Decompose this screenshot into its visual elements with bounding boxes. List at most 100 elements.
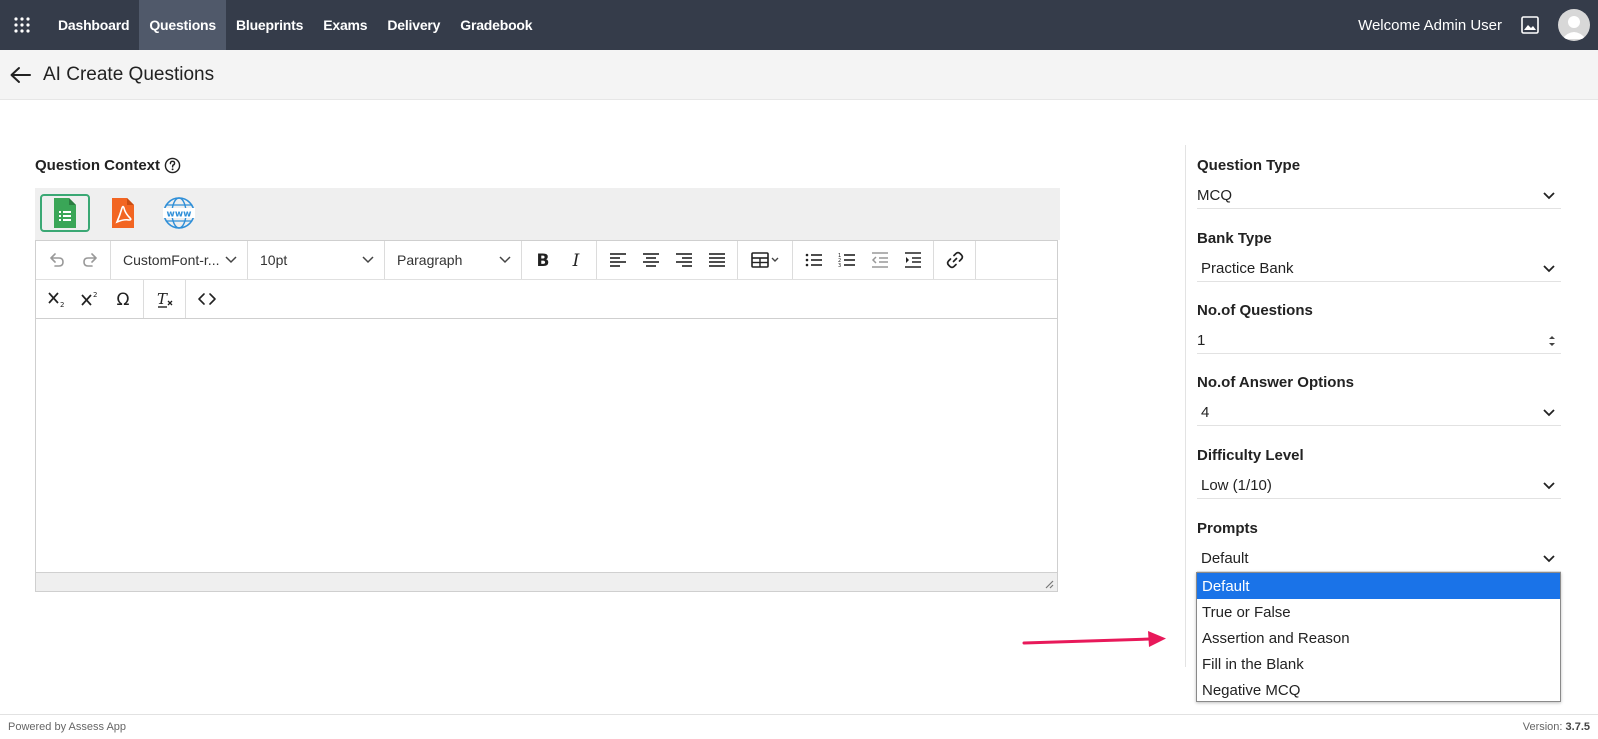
clear-formatting-button[interactable]: T <box>148 284 181 314</box>
prompt-option-assertion-reason[interactable]: Assertion and Reason <box>1197 625 1560 651</box>
link-icon <box>946 251 963 269</box>
bullet-list-icon <box>805 253 822 267</box>
align-center-icon <box>642 253 659 267</box>
chevron-down-icon <box>362 256 374 264</box>
user-avatar[interactable] <box>1558 9 1590 41</box>
superscript-button[interactable]: 2 <box>73 284 106 314</box>
align-right-button[interactable] <box>667 245 700 275</box>
align-left-icon <box>609 253 626 267</box>
redo-icon <box>82 253 97 267</box>
num-questions-input[interactable]: 1 <box>1197 328 1561 354</box>
nav-exams[interactable]: Exams <box>313 0 377 50</box>
svg-text:T: T <box>156 290 167 308</box>
subscript-button[interactable]: 2 <box>40 284 73 314</box>
editor-toolbar-row-1: CustomFont-r... 10pt Paragraph B I 1 2 3 <box>36 241 1057 280</box>
svg-text:B: B <box>536 251 549 270</box>
align-center-button[interactable] <box>634 245 667 275</box>
powered-by-text: Powered by Assess App <box>8 721 127 733</box>
chevron-down-icon <box>1543 554 1555 562</box>
welcome-text: Welcome Admin User <box>1358 16 1502 34</box>
bold-button[interactable]: B <box>526 245 559 275</box>
svg-text:Ω: Ω <box>116 290 129 309</box>
spreadsheet-source-button[interactable] <box>40 194 90 232</box>
question-context-label: Question Context <box>35 157 181 174</box>
prompts-select[interactable]: Default <box>1197 546 1561 572</box>
redo-button[interactable] <box>73 245 106 275</box>
pdf-source-button[interactable] <box>98 194 148 232</box>
prompts-label: Prompts <box>1197 520 1258 537</box>
nav-delivery[interactable]: Delivery <box>377 0 450 50</box>
question-type-select[interactable]: MCQ <box>1197 183 1561 209</box>
web-source-button[interactable]: www <box>154 194 204 232</box>
spreadsheet-icon <box>54 198 76 228</box>
align-justify-button[interactable] <box>700 245 733 275</box>
prompt-option-default[interactable]: Default <box>1197 573 1560 599</box>
help-icon[interactable] <box>164 157 181 174</box>
editor-content-area[interactable] <box>36 319 1057 572</box>
align-left-button[interactable] <box>601 245 634 275</box>
font-size-value: 10pt <box>260 252 288 268</box>
image-icon[interactable] <box>1520 15 1540 35</box>
version-label: Version: <box>1522 721 1563 733</box>
omega-icon: Ω <box>116 290 129 309</box>
bank-type-select[interactable]: Practice Bank <box>1197 256 1561 282</box>
link-button[interactable] <box>938 245 971 275</box>
block-format-value: Paragraph <box>397 252 463 268</box>
table-button[interactable] <box>742 245 788 275</box>
number-spinner-icon[interactable] <box>1547 333 1557 349</box>
num-options-label: No.of Answer Options <box>1197 374 1354 391</box>
outdent-button[interactable] <box>863 245 896 275</box>
rich-text-editor: CustomFont-r... 10pt Paragraph B I 1 2 3… <box>35 240 1058 592</box>
table-icon <box>751 252 779 268</box>
indent-icon <box>904 252 921 268</box>
svg-text:2: 2 <box>93 291 97 299</box>
numbered-list-icon: 123 <box>838 253 855 269</box>
question-context-text: Question Context <box>35 157 161 174</box>
source-code-button[interactable] <box>190 284 223 314</box>
chevron-down-icon <box>1543 264 1555 272</box>
bank-type-value: Practice Bank <box>1201 260 1294 277</box>
undo-icon <box>49 253 64 267</box>
bold-icon: B <box>536 251 549 270</box>
num-options-select[interactable]: 4 <box>1197 400 1561 426</box>
nav-dashboard[interactable]: Dashboard <box>48 0 139 50</box>
svg-text:www: www <box>167 210 192 220</box>
nav-blueprints[interactable]: Blueprints <box>226 0 313 50</box>
font-family-select[interactable]: CustomFont-r... <box>111 241 248 279</box>
numbered-list-button[interactable]: 123 <box>830 245 863 275</box>
italic-button[interactable]: I <box>559 245 592 275</box>
align-right-icon <box>675 253 692 267</box>
prompt-option-fill-blank[interactable]: Fill in the Blank <box>1197 651 1560 677</box>
version-number: 3.7.5 <box>1565 721 1590 733</box>
prompts-dropdown-list: Default True or False Assertion and Reas… <box>1196 572 1561 702</box>
clear-format-icon: T <box>156 290 172 308</box>
outdent-icon <box>871 252 888 268</box>
nav-gradebook[interactable]: Gradebook <box>450 0 542 50</box>
prompt-option-true-false[interactable]: True or False <box>1197 599 1560 625</box>
code-icon <box>197 293 216 305</box>
apps-grid-icon[interactable] <box>0 0 44 50</box>
back-arrow-icon[interactable] <box>9 66 31 84</box>
num-questions-label: No.of Questions <box>1197 302 1313 319</box>
difficulty-label: Difficulty Level <box>1197 447 1304 464</box>
svg-text:3: 3 <box>838 263 841 269</box>
context-source-bar: www <box>35 188 1060 240</box>
subscript-icon: 2 <box>47 292 64 309</box>
difficulty-select[interactable]: Low (1/10) <box>1197 473 1561 499</box>
indent-button[interactable] <box>896 245 929 275</box>
font-size-select[interactable]: 10pt <box>248 241 385 279</box>
resize-handle-icon[interactable] <box>1044 579 1054 589</box>
special-char-button[interactable]: Ω <box>106 284 139 314</box>
undo-button[interactable] <box>40 245 73 275</box>
top-navbar: Dashboard Questions Blueprints Exams Del… <box>0 0 1598 50</box>
svg-text:2: 2 <box>60 301 64 309</box>
block-format-select[interactable]: Paragraph <box>385 241 522 279</box>
question-type-value: MCQ <box>1197 187 1232 204</box>
difficulty-value: Low (1/10) <box>1201 477 1272 494</box>
editor-statusbar <box>36 572 1057 591</box>
www-icon: www <box>163 197 195 229</box>
prompt-option-negative-mcq[interactable]: Negative MCQ <box>1197 677 1560 703</box>
nav-questions[interactable]: Questions <box>139 0 226 50</box>
bullet-list-button[interactable] <box>797 245 830 275</box>
page-footer: Powered by Assess App Version: 3.7.5 <box>0 714 1598 739</box>
